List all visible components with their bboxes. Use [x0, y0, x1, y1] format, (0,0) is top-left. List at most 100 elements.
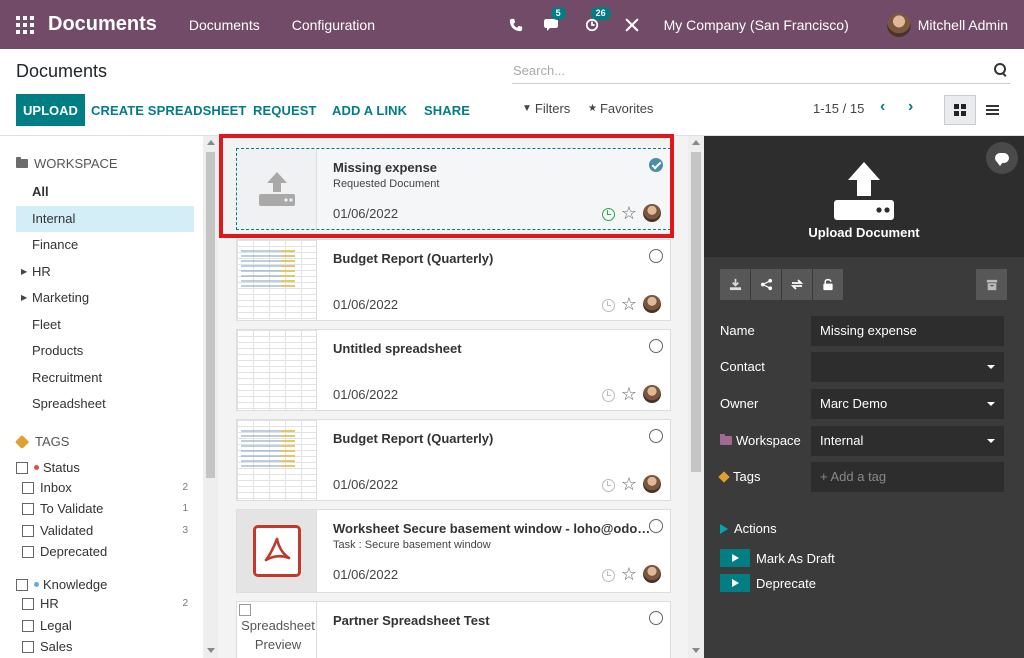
- tag-checkbox[interactable]: [22, 524, 34, 537]
- activity-clock-icon[interactable]: [602, 569, 615, 582]
- tag-item-hr[interactable]: HR 2: [16, 593, 188, 614]
- document-card[interactable]: Untitled spreadsheet 01/06/2022 ☆: [236, 329, 671, 411]
- request-button[interactable]: REQUEST: [253, 94, 317, 126]
- menu-documents[interactable]: Documents: [189, 17, 260, 33]
- sidebar-scrollbar[interactable]: [203, 136, 218, 658]
- sidebar-item-hr[interactable]: ▶ HR: [16, 259, 194, 285]
- sidebar-item-fleet[interactable]: Fleet: [16, 312, 194, 338]
- app-brand[interactable]: Documents: [48, 13, 157, 36]
- tag-group-knowledge[interactable]: Knowledge: [16, 574, 188, 595]
- tag-group-status[interactable]: Status: [16, 457, 188, 478]
- document-card[interactable]: Worksheet Secure basement window - loho@…: [236, 509, 671, 593]
- filters-dropdown[interactable]: ▼ Filters: [522, 101, 570, 116]
- activities-clock-icon[interactable]: 26: [582, 6, 611, 35]
- download-button[interactable]: [720, 269, 751, 300]
- select-check-icon[interactable]: [649, 611, 663, 625]
- actions-toggle[interactable]: Actions: [720, 521, 777, 536]
- play-icon[interactable]: [720, 549, 750, 567]
- company-switcher[interactable]: My Company (San Francisco): [664, 17, 849, 33]
- sidebar-item-all[interactable]: All: [16, 179, 194, 205]
- apps-menu-icon[interactable]: [16, 15, 34, 34]
- search-input[interactable]: [512, 58, 982, 82]
- favorites-dropdown[interactable]: ★ Favorites: [588, 101, 653, 116]
- select-check-icon[interactable]: [649, 339, 663, 353]
- scroll-up-icon[interactable]: [692, 140, 700, 145]
- pager-next-icon[interactable]: ›: [908, 98, 913, 116]
- select-check-icon[interactable]: [649, 429, 663, 443]
- sidebar-item-products[interactable]: Products: [16, 338, 194, 364]
- action-mark-as-draft[interactable]: Mark As Draft: [720, 549, 835, 567]
- play-icon[interactable]: [720, 574, 750, 592]
- sidebar-item-internal[interactable]: Internal: [16, 206, 194, 232]
- tag-item-sales[interactable]: Sales: [16, 636, 188, 657]
- card-thumbnail[interactable]: [237, 420, 317, 500]
- favorite-star-icon[interactable]: ☆: [621, 474, 637, 494]
- action-deprecate[interactable]: Deprecate: [720, 574, 816, 592]
- select-check-icon[interactable]: [649, 519, 663, 533]
- caret-down-icon[interactable]: [987, 402, 995, 406]
- scrollbar-thumb[interactable]: [691, 152, 701, 472]
- scroll-down-icon[interactable]: [692, 648, 700, 653]
- tag-group-checkbox[interactable]: [16, 578, 28, 591]
- contact-select[interactable]: [811, 352, 1004, 382]
- sidebar-item-finance[interactable]: Finance: [16, 232, 194, 258]
- select-check-icon[interactable]: [649, 158, 663, 172]
- kanban-scrollbar[interactable]: [688, 136, 704, 658]
- favorite-star-icon[interactable]: ☆: [621, 203, 637, 223]
- scroll-down-icon[interactable]: [207, 648, 215, 653]
- owner-avatar[interactable]: [643, 475, 661, 493]
- tag-checkbox[interactable]: [22, 545, 34, 558]
- favorite-star-icon[interactable]: ☆: [621, 564, 637, 584]
- card-thumbnail[interactable]: [237, 149, 317, 229]
- caret-right-icon[interactable]: ▶: [21, 259, 27, 285]
- card-thumbnail[interactable]: [237, 240, 317, 320]
- user-avatar[interactable]: [886, 12, 911, 37]
- activity-clock-icon[interactable]: [602, 479, 615, 492]
- kanban-view-button[interactable]: [944, 95, 976, 125]
- messages-icon[interactable]: 5: [542, 6, 566, 35]
- pager-value[interactable]: 1-15 / 15: [813, 101, 864, 116]
- activity-clock-icon[interactable]: [602, 208, 615, 221]
- search-icon[interactable]: [994, 63, 1008, 77]
- share-button[interactable]: SHARE: [424, 94, 470, 126]
- tag-item-legal[interactable]: Legal: [16, 615, 188, 636]
- favorite-star-icon[interactable]: ☆: [621, 294, 637, 314]
- upload-button[interactable]: UPLOAD: [16, 94, 85, 126]
- user-menu[interactable]: Mitchell Admin: [918, 17, 1008, 33]
- debug-tools-icon[interactable]: [622, 15, 642, 35]
- owner-avatar[interactable]: [643, 385, 661, 403]
- document-card[interactable]: Missing expense Requested Document 01/06…: [236, 148, 671, 230]
- tag-checkbox[interactable]: [22, 597, 34, 610]
- activity-clock-icon[interactable]: [602, 299, 615, 312]
- list-view-button[interactable]: [976, 95, 1008, 125]
- tag-checkbox[interactable]: [22, 481, 34, 494]
- owner-avatar[interactable]: [643, 204, 661, 222]
- share-link-button[interactable]: [751, 269, 782, 300]
- document-card[interactable]: Spreadsheet Preview Partner Spreadsheet …: [236, 601, 671, 658]
- caret-down-icon[interactable]: [987, 439, 995, 443]
- create-spreadsheet-button[interactable]: CREATE SPREADSHEET: [91, 94, 246, 126]
- owner-select[interactable]: Marc Demo: [811, 389, 1004, 419]
- document-card[interactable]: Budget Report (Quarterly) 01/06/2022 ☆: [236, 419, 671, 501]
- card-thumbnail[interactable]: Spreadsheet Preview: [237, 602, 317, 658]
- tag-checkbox[interactable]: [22, 640, 34, 653]
- card-thumbnail[interactable]: [237, 330, 317, 410]
- sidebar-item-marketing[interactable]: ▶ Marketing: [16, 285, 194, 311]
- owner-avatar[interactable]: [643, 565, 661, 583]
- owner-avatar[interactable]: [643, 295, 661, 313]
- sidebar-item-spreadsheet[interactable]: Spreadsheet: [16, 391, 194, 417]
- tag-item-to-validate[interactable]: To Validate 1: [16, 498, 188, 519]
- add-link-button[interactable]: ADD A LINK: [332, 94, 407, 126]
- name-field[interactable]: Missing expense: [811, 316, 1004, 346]
- scroll-up-icon[interactable]: [207, 140, 215, 145]
- tag-item-validated[interactable]: Validated 3: [16, 520, 188, 541]
- card-thumbnail[interactable]: [237, 510, 317, 592]
- phone-icon[interactable]: [506, 15, 526, 35]
- tag-checkbox[interactable]: [22, 502, 34, 515]
- chatter-button[interactable]: [986, 142, 1018, 174]
- menu-configuration[interactable]: Configuration: [292, 17, 375, 33]
- tag-group-checkbox[interactable]: [16, 461, 28, 474]
- workspace-select[interactable]: Internal: [811, 426, 1004, 456]
- pager-previous-icon[interactable]: ‹: [880, 98, 885, 116]
- select-check-icon[interactable]: [649, 249, 663, 263]
